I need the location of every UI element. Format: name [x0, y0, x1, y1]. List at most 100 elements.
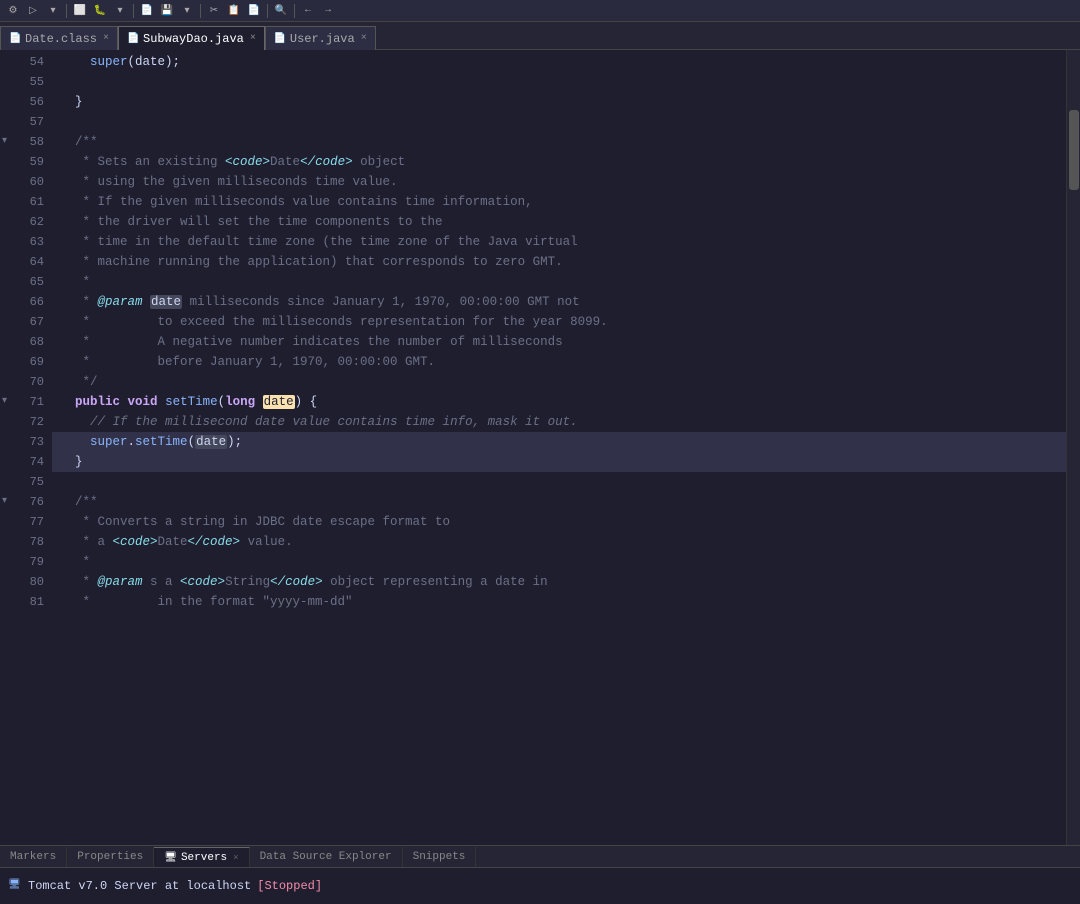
line-num-58: 58: [0, 132, 44, 152]
tab-subway-dao-close[interactable]: ×: [250, 33, 256, 44]
toolbar-sep-4: [267, 4, 268, 18]
code-line-63: * time in the default time zone (the tim…: [52, 232, 1066, 252]
line-num-64: 64: [0, 252, 44, 272]
line-num-74: 74: [0, 452, 44, 472]
bottom-tab-markers[interactable]: Markers: [0, 847, 67, 867]
line-num-75: 75: [0, 472, 44, 492]
line-num-69: 69: [0, 352, 44, 372]
code-line-71: public void setTime(long date) {: [52, 392, 1066, 412]
code-line-74: }: [52, 452, 1066, 472]
tab-subway-dao[interactable]: 📄 SubwayDao.java ×: [118, 26, 265, 50]
tab-date-class-close[interactable]: ×: [103, 33, 109, 44]
toolbar-sep-1: [66, 4, 67, 18]
code-line-65: *: [52, 272, 1066, 292]
tab-user-java-label: User.java: [290, 32, 355, 46]
toolbar-forward-icon[interactable]: →: [319, 2, 337, 20]
code-line-58: /**: [52, 132, 1066, 152]
code-container: 5455565758596061626364656667686970717273…: [0, 50, 1080, 845]
bottom-content: 🖥 Tomcat v7.0 Server at localhost [Stopp…: [0, 868, 1080, 904]
toolbar-back-icon[interactable]: ←: [299, 2, 317, 20]
code-line-57: [52, 112, 1066, 132]
code-lines: super(date); } /** * Sets an existing <c…: [52, 50, 1066, 845]
tab-date-class-label: Date.class: [25, 32, 97, 46]
bottom-tab-snippets-label: Snippets: [413, 851, 466, 863]
line-num-78: 78: [0, 532, 44, 552]
toolbar-search-icon[interactable]: 🔍: [272, 2, 290, 20]
tab-subway-dao-label: SubwayDao.java: [143, 32, 244, 46]
vertical-scrollbar[interactable]: [1066, 50, 1080, 845]
code-line-70: */: [52, 372, 1066, 392]
tab-user-java-close[interactable]: ×: [361, 33, 367, 44]
code-line-62: * the driver will set the time component…: [52, 212, 1066, 232]
line-num-71: 71: [0, 392, 44, 412]
bottom-tab-snippets[interactable]: Snippets: [403, 847, 477, 867]
code-line-60: * using the given milliseconds time valu…: [52, 172, 1066, 192]
code-editor[interactable]: 5455565758596061626364656667686970717273…: [0, 50, 1080, 845]
line-num-68: 68: [0, 332, 44, 352]
toolbar-paste-icon[interactable]: 📄: [245, 2, 263, 20]
server-entry: 🖥 Tomcat v7.0 Server at localhost [Stopp…: [8, 879, 322, 893]
bottom-tab-markers-label: Markers: [10, 851, 56, 863]
bottom-tab-servers[interactable]: 🖥 Servers ×: [154, 847, 249, 867]
line-num-55: 55: [0, 72, 44, 92]
code-line-75: [52, 472, 1066, 492]
tab-bar: 📄 Date.class × 📄 SubwayDao.java × 📄 User…: [0, 22, 1080, 50]
tab-date-class[interactable]: 📄 Date.class ×: [0, 26, 118, 50]
line-num-81: 81: [0, 592, 44, 612]
line-num-67: 67: [0, 312, 44, 332]
toolbar-sep-5: [294, 4, 295, 18]
toolbar-debug-icon[interactable]: 🐛: [91, 2, 109, 20]
toolbar-play-icon[interactable]: ▷: [24, 2, 42, 20]
toolbar-stop-icon[interactable]: ⬜: [71, 2, 89, 20]
toolbar-cut-icon[interactable]: ✂: [205, 2, 223, 20]
code-line-69: * before January 1, 1970, 00:00:00 GMT.: [52, 352, 1066, 372]
scrollbar-thumb[interactable]: [1069, 110, 1079, 190]
line-num-54: 54: [0, 52, 44, 72]
code-line-56: }: [52, 92, 1066, 112]
toolbar-dropdown3-icon[interactable]: ▾: [178, 2, 196, 20]
main-area: 5455565758596061626364656667686970717273…: [0, 50, 1080, 845]
toolbar-save-icon[interactable]: 💾: [158, 2, 176, 20]
bottom-tab-properties-label: Properties: [77, 851, 143, 863]
line-num-61: 61: [0, 192, 44, 212]
toolbar-dropdown2-icon[interactable]: ▾: [111, 2, 129, 20]
code-line-64: * machine running the application) that …: [52, 252, 1066, 272]
server-status: [Stopped]: [257, 879, 322, 893]
tomcat-server-icon: 🖥: [8, 879, 22, 893]
line-num-59: 59: [0, 152, 44, 172]
bottom-tab-data-source[interactable]: Data Source Explorer: [250, 847, 403, 867]
line-num-72: 72: [0, 412, 44, 432]
line-num-56: 56: [0, 92, 44, 112]
tab-subway-dao-icon: 📄: [127, 33, 139, 45]
line-num-80: 80: [0, 572, 44, 592]
code-line-80: * @param s a <code>String</code> object …: [52, 572, 1066, 592]
line-num-57: 57: [0, 112, 44, 132]
toolbar-new-icon[interactable]: 📄: [138, 2, 156, 20]
tab-user-java[interactable]: 📄 User.java ×: [265, 26, 376, 50]
toolbar-copy-icon[interactable]: 📋: [225, 2, 243, 20]
code-line-73: super.setTime(date);: [52, 432, 1066, 452]
bottom-tab-servers-close[interactable]: ×: [233, 853, 238, 863]
code-line-77: * Converts a string in JDBC date escape …: [52, 512, 1066, 532]
toolbar: ⚙ ▷ ▾ ⬜ 🐛 ▾ 📄 💾 ▾ ✂ 📋 📄 🔍 ← →: [0, 0, 1080, 22]
code-line-54: super(date);: [52, 52, 1066, 72]
line-num-66: 66: [0, 292, 44, 312]
servers-icon: 🖥: [164, 852, 177, 864]
line-num-79: 79: [0, 552, 44, 572]
code-line-59: * Sets an existing <code>Date</code> obj…: [52, 152, 1066, 172]
toolbar-dropdown-icon[interactable]: ▾: [44, 2, 62, 20]
line-num-65: 65: [0, 272, 44, 292]
toolbar-sep-2: [133, 4, 134, 18]
toolbar-run-icon[interactable]: ⚙: [4, 2, 22, 20]
code-line-79: *: [52, 552, 1066, 572]
code-line-76: /**: [52, 492, 1066, 512]
bottom-tab-servers-label: Servers: [181, 852, 227, 864]
bottom-tab-bar: Markers Properties 🖥 Servers × Data Sour…: [0, 846, 1080, 868]
line-num-76: 76: [0, 492, 44, 512]
code-line-61: * If the given milliseconds value contai…: [52, 192, 1066, 212]
code-line-81: * in the format "yyyy-mm-dd": [52, 592, 1066, 612]
line-num-73: 73: [0, 432, 44, 452]
line-num-63: 63: [0, 232, 44, 252]
bottom-tab-properties[interactable]: Properties: [67, 847, 154, 867]
line-numbers: 5455565758596061626364656667686970717273…: [0, 50, 52, 845]
